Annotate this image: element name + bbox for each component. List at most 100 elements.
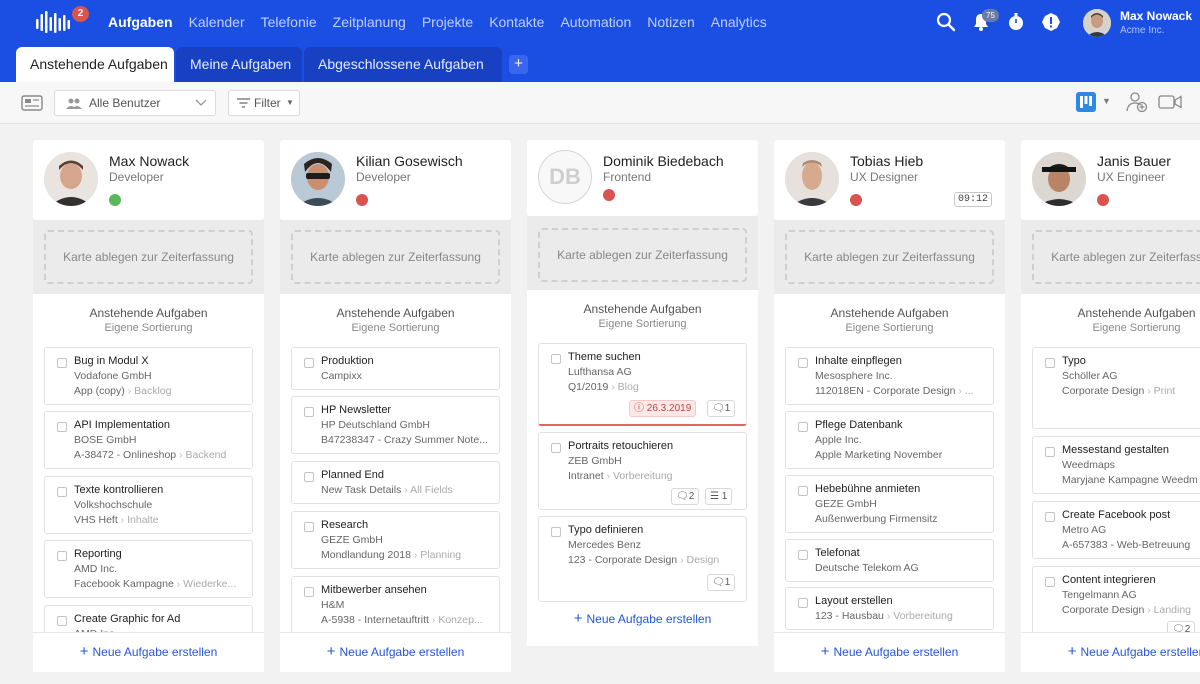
task-checkbox[interactable] [57, 422, 67, 432]
task-card[interactable]: Pflege Datenbank Apple Inc. Apple Market… [785, 411, 994, 469]
task-checkbox[interactable] [304, 587, 314, 597]
app-logo[interactable] [36, 11, 70, 33]
task-checkbox[interactable] [1045, 577, 1055, 587]
nav-item-automation[interactable]: Automation [560, 14, 631, 30]
avatar[interactable] [291, 152, 345, 206]
tab-abgeschlossene-aufgaben[interactable]: Abgeschlossene Aufgaben [304, 47, 502, 82]
person-name[interactable]: Dominik Biedebach [603, 153, 724, 169]
board-view-icon[interactable] [1076, 92, 1096, 112]
task-card[interactable]: HP Newsletter HP Deutschland GmbH B47238… [291, 396, 500, 454]
new-task-button[interactable]: + Neue Aufgabe erstellen [774, 632, 1005, 672]
new-task-button[interactable]: + Neue Aufgabe erstellen [1021, 632, 1200, 672]
comment-count-badge[interactable]: 🗨1 [707, 574, 736, 591]
sort-order-label[interactable]: Eigene Sortierung [280, 322, 511, 334]
video-icon[interactable] [1158, 95, 1182, 109]
new-task-button[interactable]: + Neue Aufgabe erstellen [280, 632, 511, 672]
running-timer[interactable]: 09:12 [953, 192, 992, 207]
task-card[interactable]: Planned End New Task Details › All Field… [291, 461, 500, 504]
task-card[interactable]: Layout erstellen 123 - Hausbau › Vorbere… [785, 587, 994, 630]
time-tracking-drop-zone[interactable]: Karte ablegen zur Zeiterfassung [1032, 230, 1200, 284]
person-name[interactable]: Kilian Gosewisch [356, 153, 463, 169]
nav-item-analytics[interactable]: Analytics [711, 14, 767, 30]
avatar[interactable] [785, 152, 839, 206]
task-checkbox[interactable] [1045, 358, 1055, 368]
task-card[interactable]: API Implementation BOSE GmbH A-38472 - O… [44, 411, 253, 469]
new-task-button[interactable]: + Neue Aufgabe erstellen [527, 600, 758, 640]
person-name[interactable]: Janis Bauer [1097, 153, 1171, 169]
comment-count-badge[interactable]: 🗨1 [707, 400, 736, 417]
user-name[interactable]: Max Nowack [1120, 9, 1192, 23]
task-card[interactable]: Typo Schöller AG Corporate Design › Prin… [1032, 347, 1200, 429]
task-card[interactable]: Hebebühne anmieten GEZE GmbH Außenwerbun… [785, 475, 994, 533]
task-checkbox[interactable] [798, 550, 808, 560]
alert-icon[interactable] [1041, 12, 1061, 32]
tab-meine-aufgaben[interactable]: Meine Aufgaben [176, 47, 302, 82]
card-view-icon[interactable] [21, 95, 43, 111]
task-card[interactable]: Portraits retouchieren ZEB GmbH Intranet… [538, 432, 747, 510]
nav-item-zeitplanung[interactable]: Zeitplanung [333, 14, 406, 30]
sort-order-label[interactable]: Eigene Sortierung [774, 322, 1005, 334]
task-card[interactable]: Content integrieren Tengelmann AG Corpor… [1032, 566, 1200, 636]
task-card[interactable]: Research GEZE GmbH Mondlandung 2018 › Pl… [291, 511, 500, 569]
task-card[interactable]: Theme suchen Lufthansa AG Q1/2019 › Blog… [538, 343, 747, 426]
task-card[interactable]: Create Facebook post Metro AG A-657383 -… [1032, 501, 1200, 559]
new-task-button[interactable]: + Neue Aufgabe erstellen [33, 632, 264, 672]
task-checkbox[interactable] [57, 487, 67, 497]
task-card[interactable]: Typo definieren Mercedes Benz 123 - Corp… [538, 516, 747, 602]
task-card[interactable]: Mitbewerber ansehen H&M A-5938 - Interne… [291, 576, 500, 634]
filter-button[interactable]: Filter ▼ [228, 90, 300, 116]
task-checkbox[interactable] [57, 551, 67, 561]
task-checkbox[interactable] [798, 486, 808, 496]
task-card[interactable]: Telefonat Deutsche Telekom AG [785, 539, 994, 582]
checklist-count-badge[interactable]: ☰ 1 [705, 488, 733, 505]
task-checkbox[interactable] [798, 358, 808, 368]
task-card[interactable]: Reporting AMD Inc. Facebook Kampagne › W… [44, 540, 253, 598]
avatar[interactable]: DB [538, 150, 592, 204]
task-checkbox[interactable] [304, 522, 314, 532]
sort-order-label[interactable]: Eigene Sortierung [1021, 322, 1200, 334]
stopwatch-icon[interactable] [1006, 12, 1026, 32]
person-name[interactable]: Tobias Hieb [850, 153, 923, 169]
task-card[interactable]: Messestand gestalten Weedmaps Maryjane K… [1032, 436, 1200, 494]
user-filter-select[interactable]: Alle Benutzer [54, 90, 216, 116]
time-tracking-drop-zone[interactable]: Karte ablegen zur Zeiterfassung [785, 230, 994, 284]
task-card[interactable]: Inhalte einpflegen Mesosphere Inc. 11201… [785, 347, 994, 405]
task-checkbox[interactable] [551, 354, 561, 364]
nav-item-notizen[interactable]: Notizen [647, 14, 694, 30]
nav-item-kontakte[interactable]: Kontakte [489, 14, 544, 30]
view-caret-icon[interactable]: ▼ [1102, 96, 1111, 106]
sort-order-label[interactable]: Eigene Sortierung [527, 318, 758, 330]
task-checkbox[interactable] [304, 407, 314, 417]
task-checkbox[interactable] [1045, 512, 1055, 522]
nav-item-kalender[interactable]: Kalender [189, 14, 245, 30]
task-checkbox[interactable] [57, 358, 67, 368]
time-tracking-drop-zone[interactable]: Karte ablegen zur Zeiterfassung [291, 230, 500, 284]
search-icon[interactable] [936, 12, 956, 32]
avatar[interactable] [1032, 152, 1086, 206]
task-card[interactable]: Produktion Campixx [291, 347, 500, 390]
nav-item-projekte[interactable]: Projekte [422, 14, 473, 30]
task-checkbox[interactable] [798, 598, 808, 608]
person-name[interactable]: Max Nowack [109, 153, 189, 169]
nav-item-aufgaben[interactable]: Aufgaben [108, 14, 173, 30]
user-avatar[interactable] [1083, 9, 1111, 37]
task-checkbox[interactable] [304, 358, 314, 368]
task-checkbox[interactable] [304, 472, 314, 482]
time-tracking-drop-zone[interactable]: Karte ablegen zur Zeiterfassung [44, 230, 253, 284]
task-checkbox[interactable] [551, 527, 561, 537]
user-add-icon[interactable] [1126, 91, 1148, 113]
add-tab-button[interactable]: + [509, 55, 528, 74]
avatar[interactable] [44, 152, 98, 206]
nav-item-telefonie[interactable]: Telefonie [261, 14, 317, 30]
task-checkbox[interactable] [1045, 447, 1055, 457]
task-checkbox[interactable] [551, 443, 561, 453]
task-card[interactable]: Texte kontrollieren Volkshochschule VHS … [44, 476, 253, 534]
task-checkbox[interactable] [57, 616, 67, 626]
comment-count-badge[interactable]: 🗨2 [671, 488, 700, 505]
task-card[interactable]: Bug in Modul X Vodafone GmbH App (copy) … [44, 347, 253, 405]
due-date-badge[interactable]: ⓘ 26.3.2019 [629, 400, 697, 417]
time-tracking-drop-zone[interactable]: Karte ablegen zur Zeiterfassung [538, 228, 747, 282]
tab-anstehende-aufgaben[interactable]: Anstehende Aufgaben [16, 47, 174, 82]
task-checkbox[interactable] [798, 422, 808, 432]
sort-order-label[interactable]: Eigene Sortierung [33, 322, 264, 334]
